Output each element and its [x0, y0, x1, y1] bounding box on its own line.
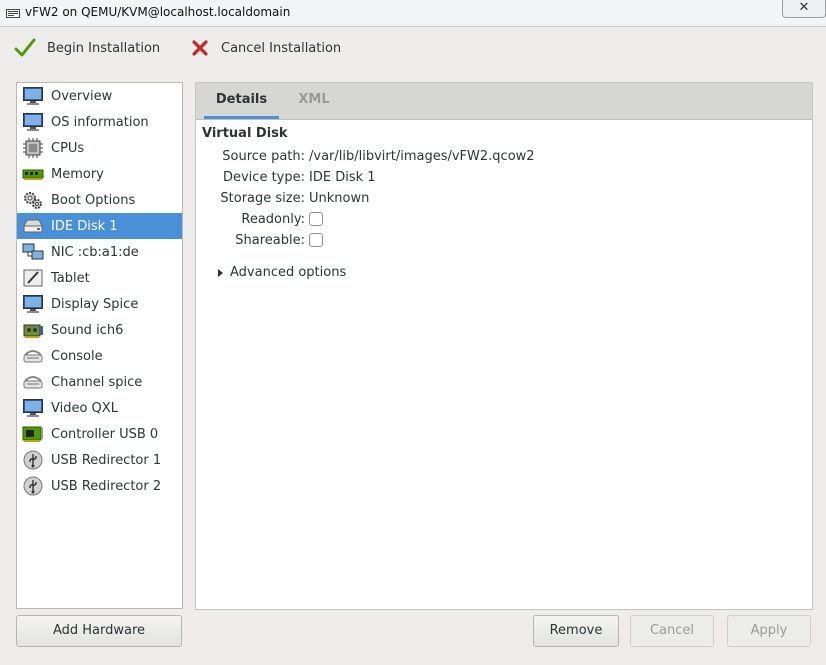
sidebar-item-label: Display Spice [51, 296, 139, 312]
sidebar-item[interactable]: NIC :cb:a1:de [17, 239, 182, 265]
sidebar-item[interactable]: OS information [17, 109, 182, 135]
sidebar-item[interactable]: Console [17, 343, 182, 369]
hardware-list: Overview OS information CPUs Memory Boot Opt… [16, 82, 183, 609]
sidebar-item-label: Overview [51, 88, 113, 104]
tab-bar: Details XML [196, 83, 812, 120]
sidebar-item-label: Console [51, 348, 103, 364]
sidebar-item-label: Memory [51, 166, 104, 182]
title-bar: vFW2 on QEMU/KVM@localhost.localdomain ✕ [0, 0, 826, 27]
apply-button[interactable]: Apply [727, 615, 811, 647]
disk-icon [20, 215, 46, 237]
sidebar-item-label: IDE Disk 1 [51, 218, 118, 234]
sound-card-icon [20, 319, 46, 341]
sidebar-item[interactable]: Controller USB 0 [17, 421, 182, 447]
sidebar-item[interactable]: Tablet [17, 265, 182, 291]
sidebar-item-label: Controller USB 0 [51, 426, 159, 442]
sidebar-item[interactable]: Sound ich6 [17, 317, 182, 343]
memory-icon [20, 163, 46, 185]
details-panel: Details XML Virtual Disk Source path: /v… [195, 82, 813, 610]
close-icon: ✕ [798, 0, 810, 15]
monitor-icon [20, 397, 46, 419]
gear-icon [20, 189, 46, 211]
begin-installation-button[interactable]: Begin Installation [14, 34, 160, 62]
console-icon [20, 345, 46, 367]
advanced-options-label: Advanced options [230, 265, 347, 280]
source-path-label: Source path: [222, 149, 305, 164]
sidebar-item-label: Channel spice [51, 374, 143, 390]
add-hardware-button[interactable]: Add Hardware [16, 615, 182, 647]
tab-xml[interactable]: XML [286, 83, 342, 119]
sidebar-item-label: CPUs [51, 140, 85, 156]
sidebar-item[interactable]: Channel spice [17, 369, 182, 395]
console-icon [20, 371, 46, 393]
device-type-value: IDE Disk 1 [309, 170, 376, 185]
sidebar-item-label: USB Redirector 1 [51, 452, 162, 468]
sidebar-item-label: USB Redirector 2 [51, 478, 162, 494]
sidebar-item-label: NIC :cb:a1:de [51, 244, 139, 260]
cancel-x-icon [192, 40, 208, 56]
shareable-checkbox[interactable] [309, 233, 323, 247]
cancel-installation-button[interactable]: Cancel Installation [190, 34, 341, 62]
sidebar-item[interactable]: Boot Options [17, 187, 182, 213]
usb-icon [20, 475, 46, 497]
shareable-label: Shareable: [235, 233, 305, 248]
monitor-icon [20, 293, 46, 315]
controller-icon [20, 423, 46, 445]
sidebar-item-label: Boot Options [51, 192, 136, 208]
sidebar-item-label: Video QXL [51, 400, 118, 416]
sidebar-item[interactable]: Video QXL [17, 395, 182, 421]
sidebar-item[interactable]: USB Redirector 2 [17, 473, 182, 499]
usb-icon [20, 449, 46, 471]
terminal-icon [6, 9, 20, 18]
cancel-installation-label: Cancel Installation [221, 40, 342, 56]
cancel-button[interactable]: Cancel [630, 615, 714, 647]
monitor-icon [20, 111, 46, 133]
readonly-label: Readonly: [241, 212, 305, 227]
source-path-value: /var/lib/libvirt/images/vFW2.qcow2 [309, 149, 535, 164]
section-title: Virtual Disk [202, 126, 288, 141]
network-icon [20, 241, 46, 263]
window-close-button[interactable]: ✕ [782, 0, 826, 18]
begin-installation-label: Begin Installation [47, 40, 161, 56]
monitor-icon [20, 85, 46, 107]
cpu-icon [20, 137, 46, 159]
expander-arrow-icon [218, 268, 223, 277]
advanced-options-expander[interactable]: Advanced options [218, 265, 346, 280]
sidebar-item[interactable]: CPUs [17, 135, 182, 161]
tab-details[interactable]: Details [204, 83, 279, 119]
readonly-checkbox[interactable] [309, 212, 323, 226]
sidebar-item-label: OS information [51, 114, 149, 130]
sidebar-item[interactable]: USB Redirector 1 [17, 447, 182, 473]
tablet-icon [20, 267, 46, 289]
storage-size-label: Storage size: [220, 191, 305, 206]
sidebar-item-label: Sound ich6 [51, 322, 124, 338]
device-type-label: Device type: [222, 170, 305, 185]
sidebar-item[interactable]: IDE Disk 1 [17, 213, 182, 239]
sidebar-item[interactable]: Display Spice [17, 291, 182, 317]
remove-button[interactable]: Remove [533, 615, 619, 647]
storage-size-value: Unknown [309, 191, 370, 206]
checkmark-icon [14, 38, 36, 57]
sidebar-item-label: Tablet [51, 270, 90, 286]
window-title: vFW2 on QEMU/KVM@localhost.localdomain [25, 5, 291, 19]
sidebar-item[interactable]: Memory [17, 161, 182, 187]
sidebar-item[interactable]: Overview [17, 83, 182, 109]
